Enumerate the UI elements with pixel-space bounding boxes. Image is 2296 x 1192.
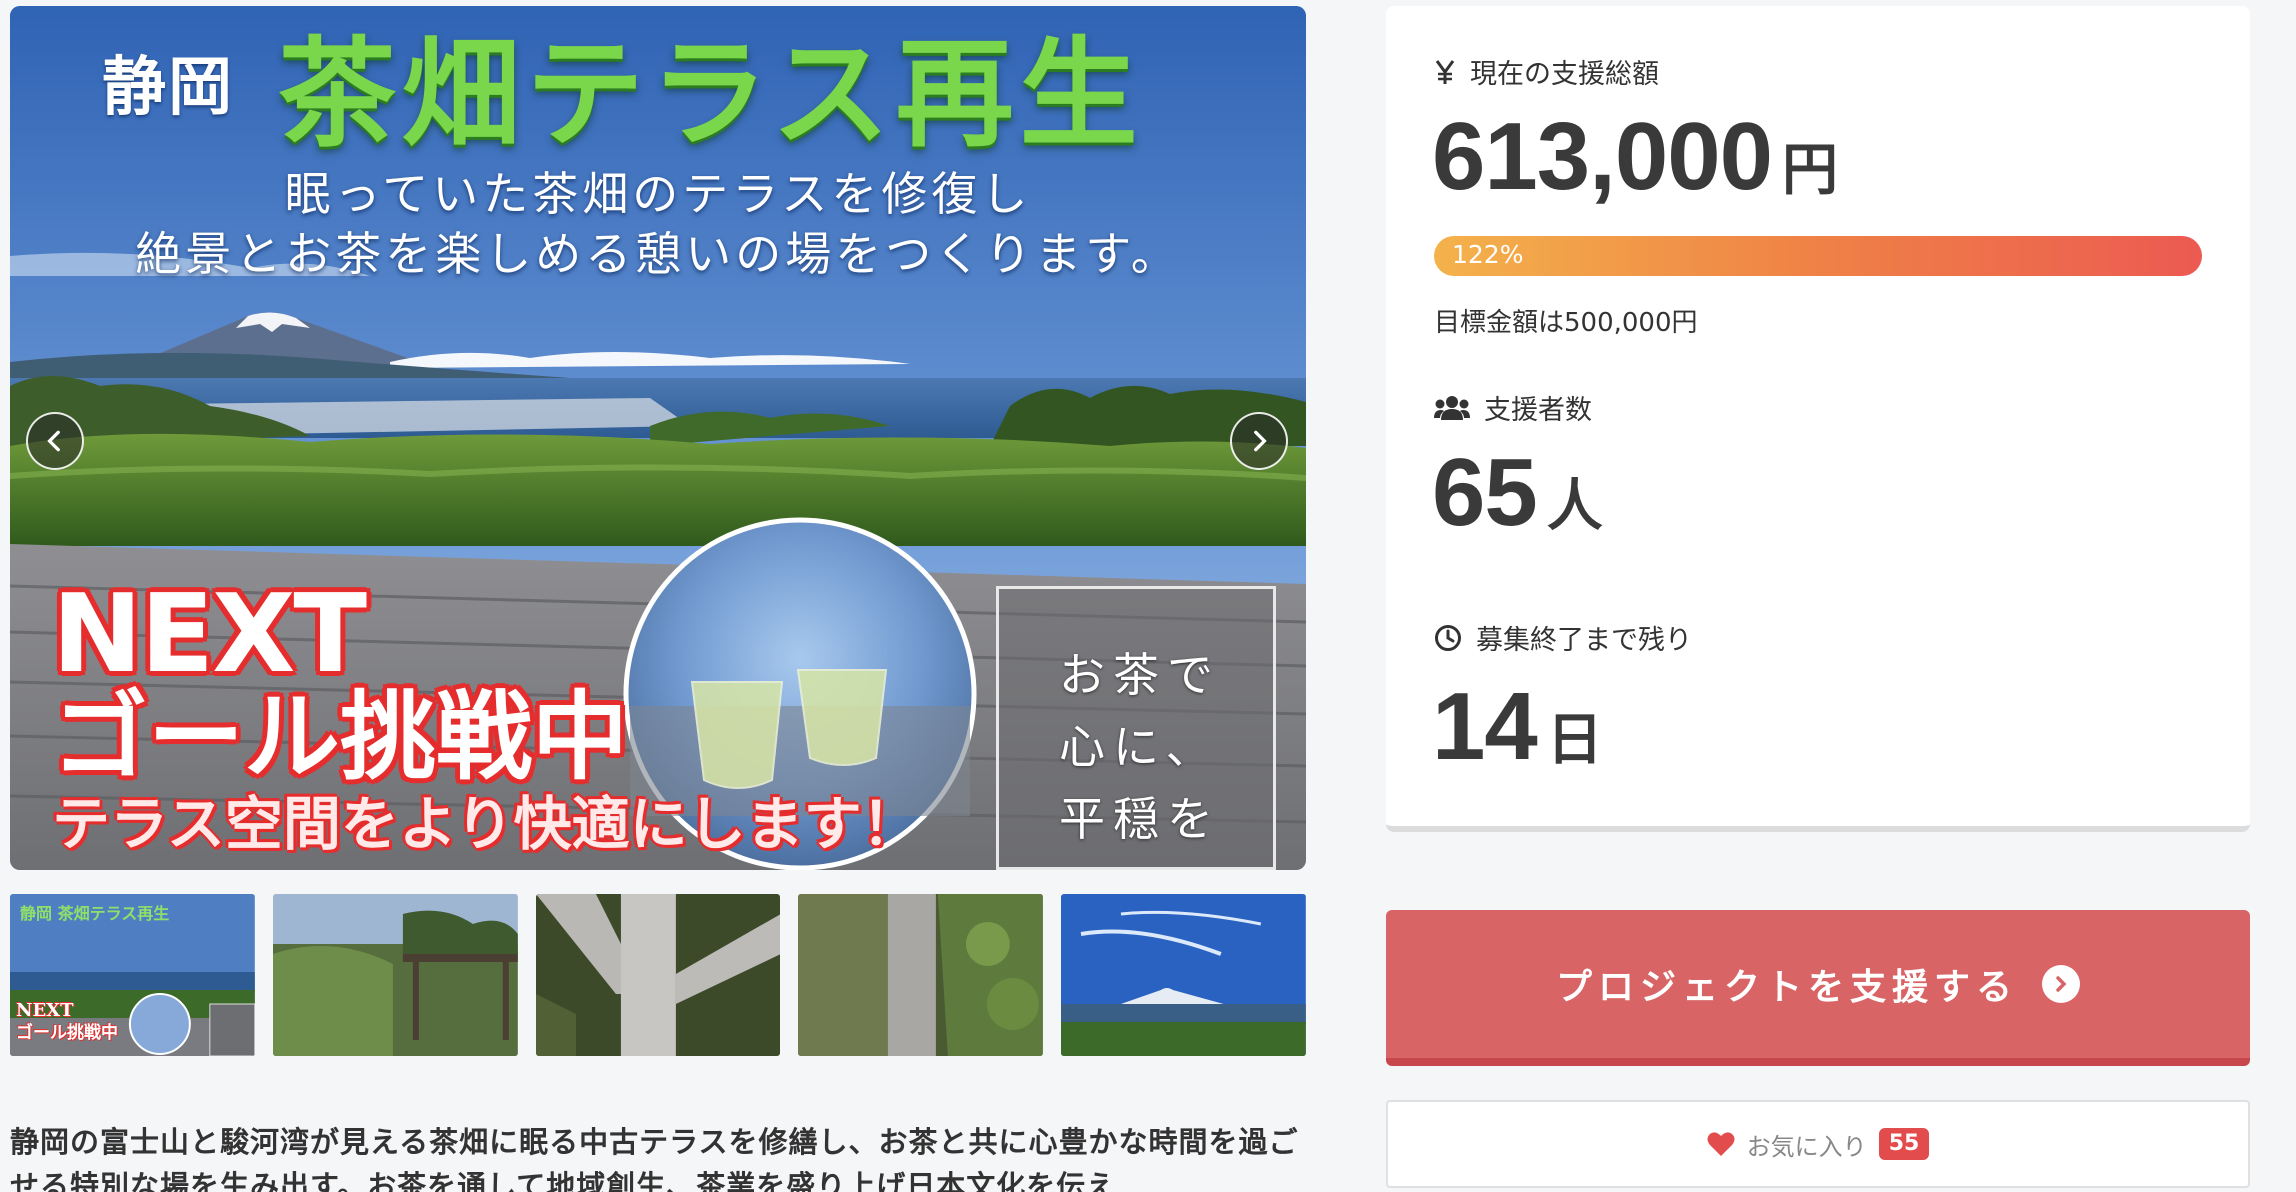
thumbnail-5[interactable] (1061, 894, 1306, 1056)
arrow-circle-right-icon (2042, 965, 2080, 1003)
backers-label-row: 支援者数 (1434, 388, 1592, 427)
thumbnail-image (272, 894, 518, 1056)
support-button-label: プロジェクトを支援する (1555, 967, 2018, 1008)
poem-line1: お茶で (1059, 648, 1221, 702)
chevron-left-icon (47, 430, 60, 452)
users-icon (1434, 395, 1470, 420)
funding-stats-card: 現在の支援総額 613,000 円 122% 目標金額は500,000円 支援者… (1386, 6, 2250, 832)
favorite-count-badge: 55 (1878, 1128, 1930, 1160)
poem-line3: 平穏を (1059, 792, 1221, 846)
clock-icon (1435, 624, 1461, 651)
chevron-right-icon (1254, 430, 1267, 452)
favorite-button[interactable]: お気に入り 55 (1386, 1100, 2250, 1188)
remaining-value: 14 (1432, 673, 1538, 780)
yen-icon (1435, 59, 1455, 84)
hero-subtitle-line2: 絶景とお茶を楽しめる憩いの場をつくります。 (135, 227, 1181, 281)
amount-display: 613,000 円 (1432, 102, 1838, 212)
thumbnail-image (535, 894, 781, 1056)
thumbnail-image (798, 894, 1044, 1056)
thumbnail-caption2: ゴール挑戦中 (16, 1023, 118, 1043)
thumbnail-2[interactable] (272, 894, 518, 1056)
poem-line2: 心に、 (1059, 720, 1220, 774)
goal-amount: 目標金額は500,000円 (1434, 308, 1698, 338)
favorite-label: お気に入り (1746, 1132, 1867, 1161)
thumbnail-3[interactable] (535, 894, 781, 1056)
heart-icon (1707, 1132, 1735, 1156)
remaining-display: 14 日 (1432, 672, 1603, 782)
progress-percent: 122% (1452, 240, 1524, 269)
amount-value: 613,000 (1432, 103, 1773, 210)
thumbnail-title: 静岡 茶畑テラス再生 (20, 904, 170, 923)
next-goal-line2: ゴール挑戦中 (52, 681, 628, 793)
remaining-label-row: 募集終了まで残り (1434, 618, 1692, 657)
backers-value: 65 (1432, 439, 1538, 546)
funding-progress-bar: 122% (1434, 236, 2202, 276)
hero-prefecture: 静岡 (102, 50, 234, 125)
next-goal-line3: テラス空間をより快適にします！ (52, 790, 920, 858)
thumbnail-4[interactable] (798, 894, 1044, 1056)
backers-display: 65 人 (1432, 438, 1603, 548)
poem-box: お茶で 心に、 平穏を (996, 586, 1276, 870)
thumbnail-1[interactable]: 静岡 茶畑テラス再生 NEXT ゴール挑戦中 (10, 894, 255, 1056)
slider-prev-button[interactable] (26, 412, 84, 470)
support-project-button[interactable]: プロジェクトを支援する (1386, 910, 2250, 1066)
project-main-image: 静岡 茶畑テラス再生 眠っていた茶畑のテラスを修復し 絶景とお茶を楽しめる憩いの… (10, 6, 1306, 870)
amount-label: 現在の支援総額 (1470, 59, 1659, 90)
slider-next-button[interactable] (1230, 412, 1288, 470)
project-description: 静岡の富士山と駿河湾が見える茶畑に眠る中古テラスを修繕し、お茶と共に心豊かな時間… (10, 1125, 1299, 1192)
next-goal-banner: NEXT ゴール挑戦中 テラス空間をより快適にします！ (52, 572, 920, 858)
amount-unit: 円 (1782, 138, 1839, 203)
backers-label: 支援者数 (1484, 395, 1592, 426)
backers-unit: 人 (1546, 474, 1603, 539)
hero-subtitle-line1: 眠っていた茶畑のテラスを修復し (284, 167, 1032, 221)
remaining-label: 募集終了まで残り (1476, 625, 1692, 656)
thumbnail-strip: 静岡 茶畑テラス再生 NEXT ゴール挑戦中 (10, 894, 1306, 1056)
thumbnail-image (1061, 894, 1306, 1056)
next-goal-line1: NEXT (52, 572, 367, 697)
hero-title: 茶畑テラス再生 (278, 24, 1144, 163)
amount-label-row: 現在の支援総額 (1434, 52, 1659, 91)
remaining-unit: 日 (1546, 708, 1603, 773)
